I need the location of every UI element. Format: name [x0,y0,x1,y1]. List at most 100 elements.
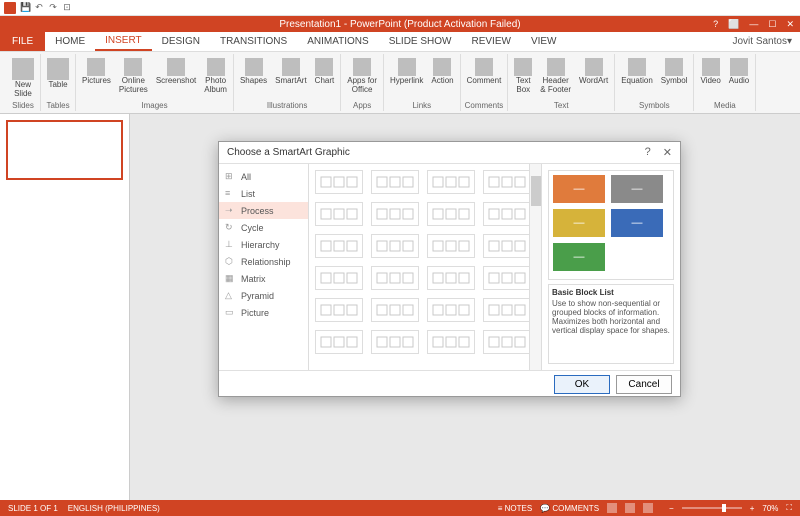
user-name[interactable]: Jovit Santos ▾ [724,32,800,51]
maximize-icon[interactable]: ☐ [768,19,776,30]
smartart-dialog: Choose a SmartArt Graphic ? ✕ ⊞All≡List➝… [218,141,681,397]
minimize-icon[interactable]: — [749,19,758,30]
layout-option[interactable] [371,234,419,258]
qat-undo-icon[interactable]: ↶ [34,2,44,12]
category-icon: △ [225,290,236,301]
layout-option[interactable] [427,330,475,354]
dialog-close-icon[interactable]: ✕ [663,146,672,159]
tab-design[interactable]: DESIGN [152,32,210,51]
category-hierarchy[interactable]: ⊥Hierarchy [219,236,308,253]
apps-button[interactable]: Apps forOffice [345,56,379,97]
tab-slideshow[interactable]: SLIDE SHOW [379,32,462,51]
wordart-button[interactable]: WordArt [577,56,610,88]
smartart-button[interactable]: SmartArt [273,56,309,88]
symbol-button[interactable]: Symbol [659,56,690,88]
layout-option[interactable] [483,266,531,290]
layout-option[interactable] [483,202,531,226]
layout-option[interactable] [371,202,419,226]
layout-option[interactable] [427,298,475,322]
category-icon: ⬡ [225,256,236,267]
new-slide-button[interactable]: NewSlide [10,56,36,101]
textbox-button[interactable]: TextBox [512,56,534,97]
category-matrix[interactable]: ▦Matrix [219,270,308,287]
action-button[interactable]: Action [429,56,455,88]
category-process[interactable]: ➝Process [219,202,308,219]
layout-scrollbar[interactable] [529,164,541,370]
chart-button[interactable]: Chart [313,56,337,88]
category-list[interactable]: ≡List [219,185,308,202]
quick-access-toolbar: 💾 ↶ ↷ ⊡ [0,0,800,16]
pictures-button[interactable]: Pictures [80,56,113,88]
online-pictures-button[interactable]: OnlinePictures [117,56,150,97]
qat-save-icon[interactable]: 💾 [20,2,30,12]
zoom-slider[interactable] [682,507,742,509]
zoom-out-icon[interactable]: − [669,504,674,513]
tab-transitions[interactable]: TRANSITIONS [210,32,297,51]
close-icon[interactable]: ✕ [786,19,794,30]
layout-option[interactable] [315,330,363,354]
preview-block: — [553,209,605,237]
equation-button[interactable]: Equation [619,56,655,88]
layout-option[interactable] [315,202,363,226]
screenshot-button[interactable]: Screenshot [154,56,198,88]
shapes-button[interactable]: Shapes [238,56,269,88]
tab-home[interactable]: HOME [45,32,95,51]
cancel-button[interactable]: Cancel [616,375,672,394]
qat-redo-icon[interactable]: ↷ [48,2,58,12]
layout-option[interactable] [371,170,419,194]
help-icon[interactable]: ? [713,19,718,30]
layout-option[interactable] [315,298,363,322]
hyperlink-button[interactable]: Hyperlink [388,56,425,88]
tab-file[interactable]: FILE [0,32,45,51]
layout-option[interactable] [483,234,531,258]
comment-button[interactable]: Comment [465,56,504,88]
preview-block: — [611,209,663,237]
tab-review[interactable]: REVIEW [461,32,520,51]
category-cycle[interactable]: ↻Cycle [219,219,308,236]
status-comments[interactable]: 💬 COMMENTS [540,504,599,513]
layout-option[interactable] [427,202,475,226]
video-button[interactable]: Video [698,56,722,88]
layout-option[interactable] [371,298,419,322]
layout-option[interactable] [483,170,531,194]
category-list: ⊞All≡List➝Process↻Cycle⊥Hierarchy⬡Relati… [219,164,309,370]
layout-option[interactable] [427,266,475,290]
preview-title: Basic Block List [552,288,670,297]
table-button[interactable]: Table [45,56,71,92]
category-all[interactable]: ⊞All [219,168,308,185]
layout-option[interactable] [315,170,363,194]
status-language[interactable]: ENGLISH (PHILIPPINES) [68,504,160,513]
layout-option[interactable] [371,330,419,354]
tab-view[interactable]: VIEW [521,32,567,51]
category-pyramid[interactable]: △Pyramid [219,287,308,304]
zoom-in-icon[interactable]: + [750,504,755,513]
slide-thumbnail[interactable] [6,120,123,180]
layout-option[interactable] [315,266,363,290]
preview-text: Use to show non-sequential or grouped bl… [552,299,670,335]
tab-animations[interactable]: ANIMATIONS [297,32,378,51]
dialog-help-icon[interactable]: ? [645,146,651,159]
ribbon-display-icon[interactable]: ⬜ [728,19,739,30]
status-notes[interactable]: ≡ NOTES [498,504,532,513]
layout-option[interactable] [427,234,475,258]
layout-option[interactable] [483,330,531,354]
layout-option[interactable] [315,234,363,258]
category-picture[interactable]: ▭Picture [219,304,308,321]
header-footer-button[interactable]: Header& Footer [538,56,573,97]
audio-button[interactable]: Audio [727,56,751,88]
category-icon: ▭ [225,307,236,318]
layout-option[interactable] [427,170,475,194]
zoom-level[interactable]: 70% [762,504,778,513]
layout-option[interactable] [371,266,419,290]
photo-album-button[interactable]: PhotoAlbum [202,56,229,97]
app-title: Presentation1 - PowerPoint (Product Acti… [279,19,520,30]
ribbon: NewSlide Slides Table Tables Pictures On… [0,52,800,114]
category-relationship[interactable]: ⬡Relationship [219,253,308,270]
qat-start-icon[interactable]: ⊡ [62,2,72,12]
dialog-title: Choose a SmartArt Graphic [227,147,350,158]
tab-insert[interactable]: INSERT [95,32,152,51]
layout-option[interactable] [483,298,531,322]
preview-graphic: ————— [548,170,674,280]
ok-button[interactable]: OK [554,375,610,394]
category-icon: ⊥ [225,239,236,250]
